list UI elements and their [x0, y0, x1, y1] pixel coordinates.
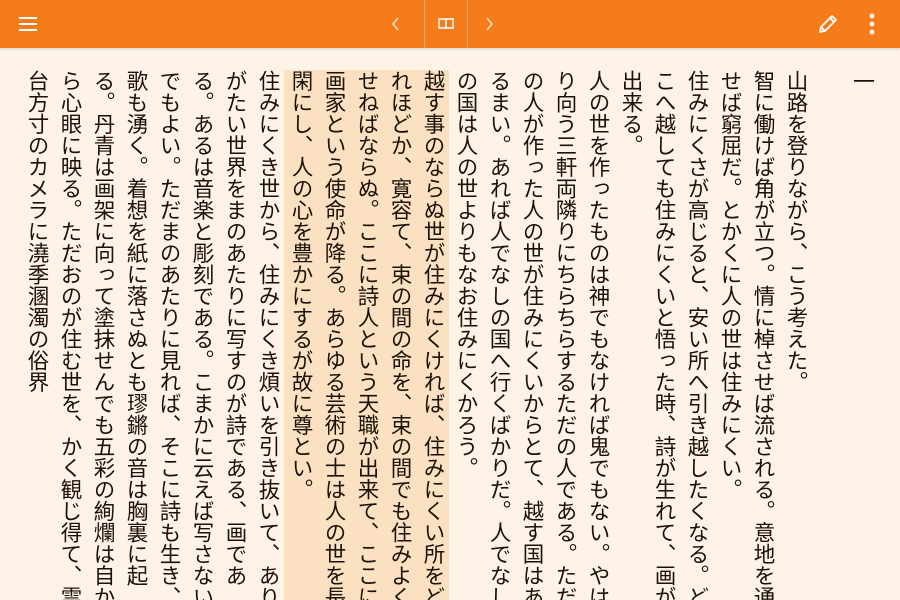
reading-area[interactable]: 一 山路を登りながら、こう考えた。 智に働けば角が立つ。情に棹させば流される。意…: [0, 48, 900, 600]
next-page-button[interactable]: [466, 0, 512, 48]
paragraph: 山路を登りながら、こう考えた。: [783, 70, 808, 393]
book-contents-button[interactable]: [424, 0, 468, 48]
hamburger-menu-icon: [19, 17, 37, 31]
more-vert-icon: [869, 13, 875, 35]
pencil-icon: [819, 15, 837, 33]
paragraph: 住みにくき世から、住みにくき煩いを引き抜いて、ありがたい世界をまのあたりに写すの…: [24, 70, 280, 600]
edit-button[interactable]: [806, 0, 850, 48]
vertical-text-column: 一 山路を登りながら、こう考えた。 智に働けば角が立つ。情に棹させば流される。意…: [20, 70, 878, 600]
open-book-icon: [438, 18, 454, 30]
chevron-left-icon: [391, 17, 399, 31]
paragraph: 人の世を作ったものは神でもなければ鬼でもない。やはり向う三軒両隣りにちらちらする…: [453, 70, 610, 600]
chapter-number: 一: [849, 70, 874, 92]
chevron-right-icon: [486, 17, 494, 31]
highlighted-paragraph: 越す事のならぬ世が住みにくければ、住みにくい所をどれほどか、寛容て、束の間の命を…: [284, 70, 449, 600]
menu-button[interactable]: [0, 0, 56, 48]
paragraph: 智に働けば角が立つ。情に棹させば流される。意地を通せば窮屈だ。とかくに人の世は住…: [717, 70, 775, 600]
paragraph: 住みにくさが高じると、安い所へ引き越したくなる。どこへ越しても住みにくいと悟った…: [618, 70, 709, 600]
more-options-button[interactable]: [850, 0, 894, 48]
top-toolbar: [0, 0, 900, 48]
previous-page-button[interactable]: [368, 0, 424, 48]
